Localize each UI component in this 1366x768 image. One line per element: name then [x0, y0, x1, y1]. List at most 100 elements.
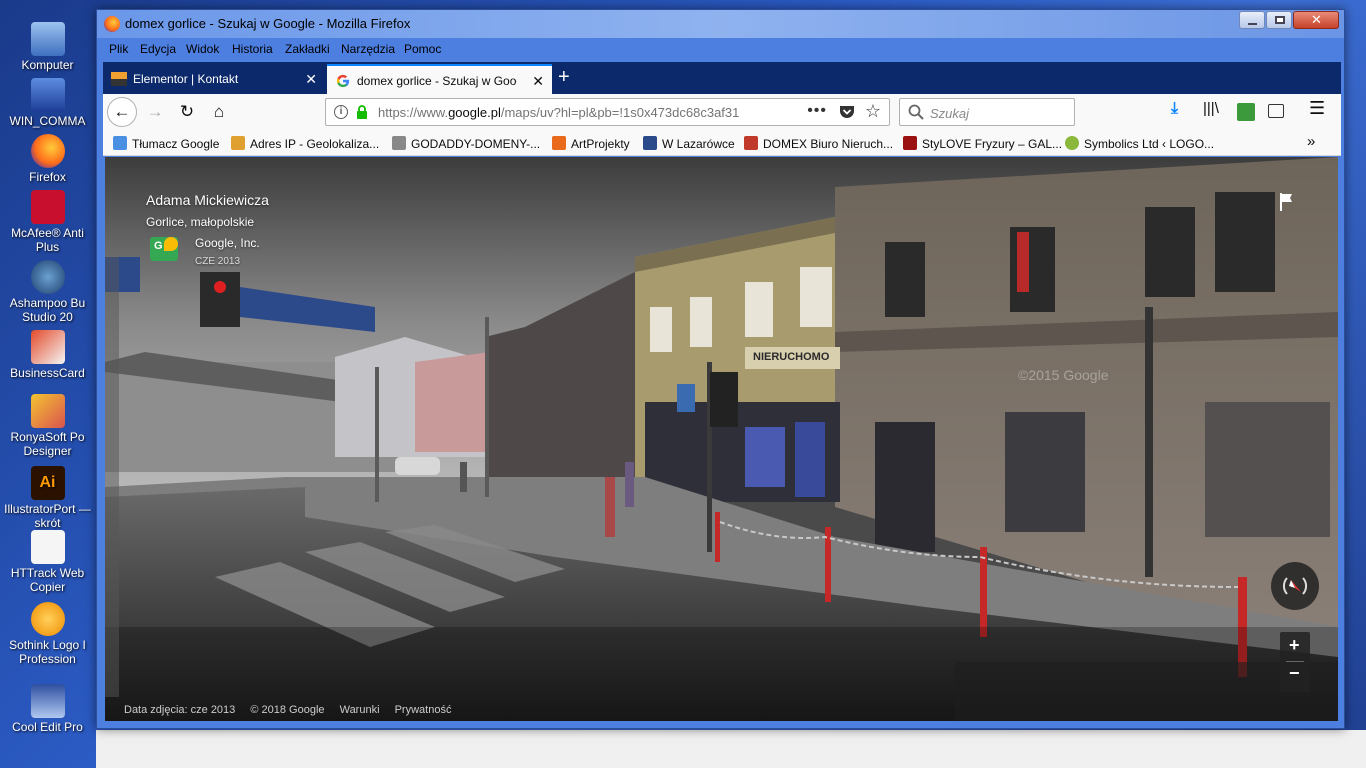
- menu-file[interactable]: Plik: [109, 42, 128, 56]
- maximize-button[interactable]: [1266, 11, 1292, 29]
- street-view-image[interactable]: [105, 157, 1338, 721]
- desktop-icon-label: Firefox: [29, 170, 66, 184]
- traffic-light: [200, 272, 240, 327]
- bookmark-w-lazarowce[interactable]: W Lazarówce: [643, 136, 735, 151]
- bookmark-tlumacz[interactable]: Tłumacz Google: [113, 136, 219, 151]
- report-flag-icon[interactable]: [1278, 192, 1296, 212]
- desktop-icon-wincommander[interactable]: WIN_COMMA: [0, 78, 95, 128]
- bookmark-stylove[interactable]: StyLOVE Fryzury – GAL...: [903, 136, 1062, 151]
- close-button[interactable]: ✕: [1293, 11, 1339, 29]
- reload-icon: ↻: [179, 102, 195, 121]
- zoom-out-button[interactable]: −: [1289, 663, 1300, 684]
- pocket-icon[interactable]: [839, 105, 855, 120]
- sidebar-icon[interactable]: [1268, 104, 1284, 118]
- tab-close-icon[interactable]: ✕: [305, 71, 317, 88]
- red-light: [214, 281, 226, 293]
- menu-edit[interactable]: Edycja: [140, 42, 176, 56]
- google-favicon: [336, 74, 350, 88]
- extension-icon[interactable]: [1237, 103, 1255, 121]
- reload-button[interactable]: ↻: [173, 98, 201, 126]
- restore-icon: [1275, 16, 1285, 24]
- bookmark-artprojekty[interactable]: ArtProjekty: [552, 136, 630, 151]
- bookmark-domex[interactable]: DOMEX Biuro Nieruch...: [744, 136, 893, 151]
- poster: [795, 422, 825, 497]
- url-text[interactable]: https://www.google.pl/maps/uv?hl=pl&pb=!…: [378, 105, 768, 120]
- bookmarks-overflow-icon[interactable]: »: [1307, 133, 1315, 150]
- menu-history[interactable]: Historia: [232, 42, 273, 56]
- bookmark-adres-ip[interactable]: Adres IP - Geolokaliza...: [231, 136, 379, 151]
- new-tab-button[interactable]: +: [558, 66, 570, 89]
- menu-tools[interactable]: Narzędzia: [341, 42, 395, 56]
- capture-date: CZE 2013: [195, 256, 241, 267]
- sothink-icon: [30, 602, 65, 636]
- menu-view[interactable]: Widok: [186, 42, 219, 56]
- privacy-link[interactable]: Prywatność: [395, 704, 452, 716]
- tab-elementor[interactable]: Elementor | Kontakt ✕: [103, 64, 325, 94]
- zoom-in-button[interactable]: +: [1289, 635, 1300, 656]
- terms-link[interactable]: Warunki: [340, 704, 380, 716]
- window: [1145, 207, 1195, 297]
- desktop-icon-cooledit[interactable]: Cool Edit Pro: [0, 684, 95, 734]
- info-icon[interactable]: i: [334, 105, 348, 119]
- copyright: © 2018 Google: [250, 704, 325, 716]
- tab-label: domex gorlice - Szukaj w Goog: [357, 74, 517, 88]
- map-pin-icon: [164, 237, 178, 251]
- street-view-panel[interactable]: Adama Mickiewicza Gorlice, małopolskie G…: [105, 157, 1338, 721]
- symbolics-icon: [1065, 136, 1079, 150]
- city-name: Gorlice, małopolskie: [146, 215, 255, 229]
- crossing-sign: [677, 384, 695, 412]
- home-button[interactable]: ⌂: [205, 98, 233, 126]
- bookmark-label: W Lazarówce: [662, 137, 735, 151]
- star-bookmark-icon[interactable]: ☆: [865, 101, 881, 122]
- desktop-icon-sothink[interactable]: Sothink Logo I Profession: [0, 602, 95, 666]
- menu-help[interactable]: Pomoc: [404, 42, 441, 56]
- tab-close-icon[interactable]: ✕: [532, 73, 544, 90]
- home-icon: ⌂: [213, 102, 225, 121]
- forward-button[interactable]: →: [141, 98, 169, 126]
- desktop-icon-businesscard[interactable]: BusinessCard: [0, 330, 95, 380]
- desktop-icon-label: Cool Edit Pro: [12, 720, 83, 734]
- door: [875, 422, 935, 552]
- cooledit-icon: [30, 684, 65, 718]
- translate-icon: [113, 136, 127, 150]
- bookmark-godaddy[interactable]: GODADDY-DOMENY-...: [392, 136, 540, 151]
- desktop-icon-httrack[interactable]: HTTrack Web Copier: [0, 530, 95, 594]
- tab-google-search[interactable]: domex gorlice - Szukaj w Goog ✕: [327, 64, 552, 94]
- menu-bar: Plik Edycja Widok Historia Zakładki Narz…: [97, 38, 1344, 60]
- desktop-icon-ashampoo[interactable]: Ashampoo Bu Studio 20: [0, 260, 95, 324]
- desktop-icon-mcafee[interactable]: McAfee® Anti Plus: [0, 190, 95, 254]
- lock-icon: [357, 105, 367, 119]
- back-button[interactable]: ←: [107, 97, 137, 127]
- minimize-button[interactable]: [1239, 11, 1265, 29]
- shop-window: [1005, 412, 1085, 532]
- desktop-icon-computer[interactable]: Komputer: [0, 22, 95, 72]
- building-pink: [415, 352, 490, 452]
- compass-icon: [1283, 577, 1307, 595]
- stylove-icon: [903, 136, 917, 150]
- compass-button[interactable]: [1271, 562, 1319, 610]
- desktop-icon-label: BusinessCard: [10, 366, 85, 380]
- url-bar[interactable]: i https://www.google.pl/maps/uv?hl=pl&pb…: [325, 98, 890, 126]
- desktop-icon-illustrator[interactable]: Ai IllustratorPort — skrót: [0, 466, 95, 530]
- url-path: /maps/uv?hl=pl&pb=!1s0x473dc68c3af31: [500, 105, 740, 120]
- bookmark-symbolics[interactable]: Symbolics Ltd ‹ LOGO...: [1065, 136, 1214, 151]
- bookmark-label: Symbolics Ltd ‹ LOGO...: [1084, 137, 1215, 151]
- street-view-footer: Data zdjęcia: cze 2013 © 2018 Google War…: [124, 704, 451, 716]
- google-watermark: ©2015 Google: [1018, 367, 1109, 383]
- traffic-light: [710, 372, 738, 427]
- desktop-icon-firefox[interactable]: Firefox: [0, 134, 95, 184]
- library-icon[interactable]: |||\: [1203, 100, 1219, 117]
- page-actions-icon[interactable]: •••: [807, 102, 827, 120]
- desktop-icon-ronyasoft[interactable]: RonyaSoft Po Designer: [0, 394, 95, 458]
- search-bar[interactable]: Szukaj: [899, 98, 1075, 126]
- bollard: [715, 512, 720, 562]
- back-arrow-icon: ←: [113, 102, 131, 121]
- hamburger-menu-icon[interactable]: ☰: [1309, 98, 1325, 119]
- elementor-favicon: [111, 72, 127, 86]
- window: [745, 282, 773, 337]
- menu-bookmarks[interactable]: Zakładki: [285, 42, 330, 56]
- desktop-icon-label: HTTrack Web Copier: [10, 566, 85, 594]
- provider-name[interactable]: Google, Inc.: [195, 236, 260, 250]
- g-letter: G: [154, 240, 163, 252]
- downloads-icon[interactable]: ⤓: [1171, 100, 1178, 118]
